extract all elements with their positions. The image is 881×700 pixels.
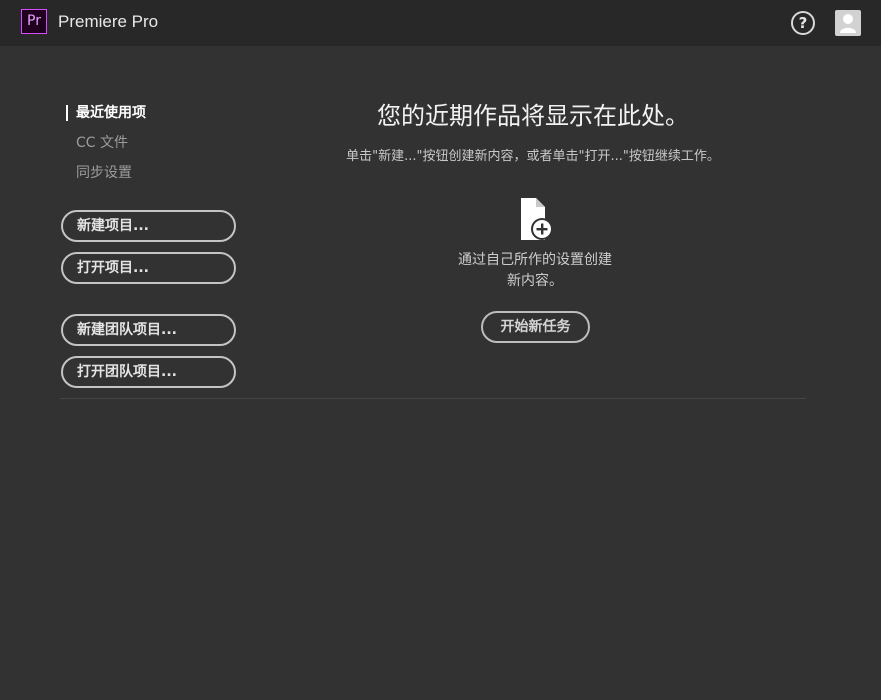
open-project-button[interactable]: 打开项目... <box>61 252 236 284</box>
new-task-description-line1: 通过自己所作的设置创建 <box>458 252 612 268</box>
divider <box>60 398 806 399</box>
title-bar: Pr Premiere Pro ? <box>0 0 881 46</box>
page-subtitle: 单击"新建..."按钮创建新内容，或者单击"打开..."按钮继续工作。 <box>346 149 720 164</box>
sidebar-item-sync-settings[interactable]: 同步设置 <box>66 162 246 192</box>
app-title: Premiere Pro <box>58 12 159 31</box>
page-title: 您的近期作品将显示在此处。 <box>377 102 689 130</box>
new-project-button[interactable]: 新建项目... <box>61 210 236 242</box>
open-team-project-button[interactable]: 打开团队项目... <box>61 356 236 388</box>
user-icon <box>840 14 856 33</box>
new-task-description-line2: 新内容。 <box>507 273 563 289</box>
avatar[interactable] <box>835 10 861 36</box>
new-task-description: 通过自己所作的设置创建 新内容。 <box>440 250 630 292</box>
start-new-task-button[interactable]: 开始新任务 <box>481 311 590 343</box>
new-team-project-button[interactable]: 新建团队项目... <box>61 314 236 346</box>
new-file-plus-icon <box>521 198 553 240</box>
premiere-logo-icon: Pr <box>21 9 47 34</box>
help-icon[interactable]: ? <box>791 11 815 35</box>
sidebar-nav: 最近使用项 CC 文件 同步设置 <box>66 102 246 192</box>
sidebar-item-recent[interactable]: 最近使用项 <box>66 102 246 132</box>
sidebar-item-cc-files[interactable]: CC 文件 <box>66 132 246 162</box>
